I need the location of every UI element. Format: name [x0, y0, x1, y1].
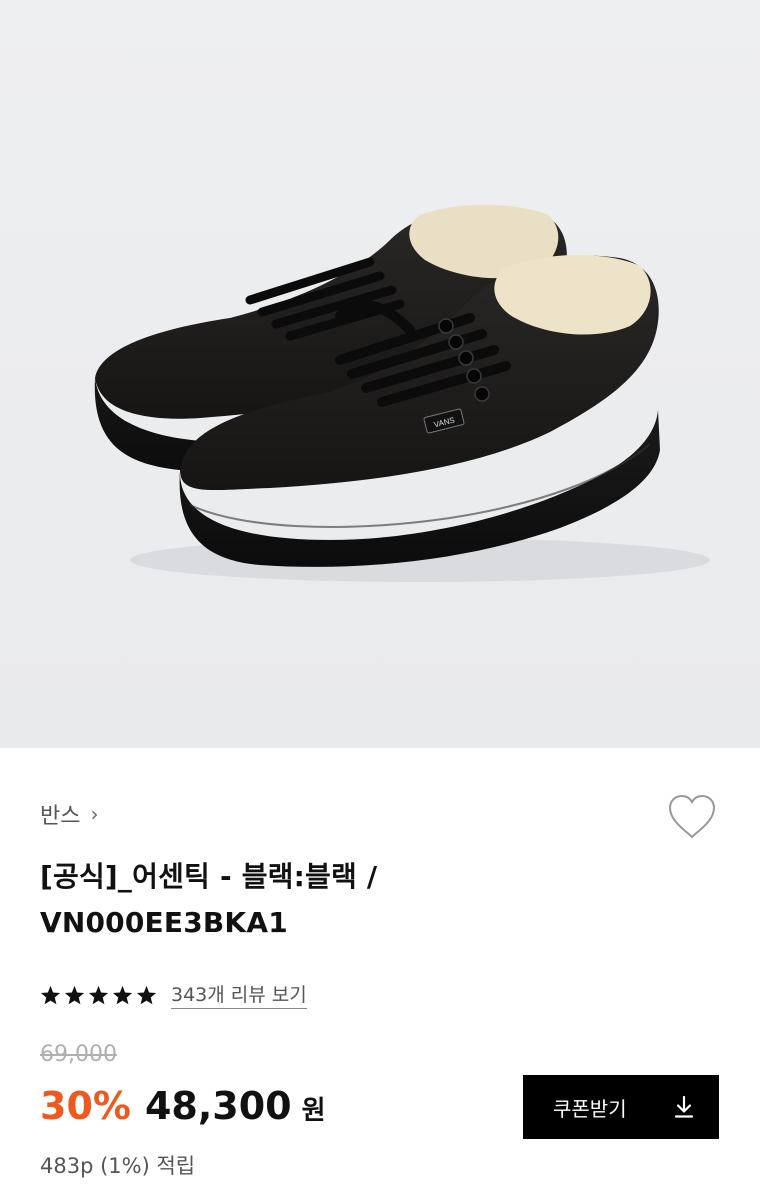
- original-price: 69,000: [40, 1042, 117, 1067]
- currency-unit: 원: [301, 1096, 326, 1126]
- sale-price-row: 30% 48,300 원: [40, 1084, 326, 1128]
- brand-link[interactable]: 반스 ›: [40, 798, 98, 830]
- sale-price: 48,300: [144, 1084, 292, 1128]
- discount-rate: 30%: [40, 1084, 131, 1128]
- product-title-line1: [공식]_어센틱 - 블랙:블랙 /: [40, 860, 378, 893]
- reward-points: 483p (1%) 적립: [40, 1154, 196, 1178]
- product-detail-page: VANS 반스 › [공식]_어센틱 - 블랙:블랙 / VN000EE3BKA…: [0, 0, 760, 1200]
- rating-row: 343개 리뷰 보기: [40, 980, 307, 1009]
- star-icon: [88, 985, 109, 1004]
- coupon-download-button[interactable]: 쿠폰받기: [523, 1075, 719, 1139]
- chevron-right-icon: ›: [90, 802, 99, 826]
- sneakers-illustration: VANS: [94, 204, 710, 582]
- product-title-line2: VN000EE3BKA1: [40, 906, 288, 939]
- heart-outline-icon: [668, 794, 716, 839]
- star-icon: [112, 985, 133, 1004]
- star-icon: [40, 985, 61, 1004]
- coupon-button-label: 쿠폰받기: [553, 1096, 627, 1121]
- star-icon: [64, 985, 85, 1004]
- product-image[interactable]: VANS: [0, 0, 760, 748]
- download-icon: [674, 1095, 694, 1118]
- star-icon: [136, 985, 157, 1004]
- review-link[interactable]: 343개 리뷰 보기: [171, 980, 307, 1009]
- brand-name: 반스: [40, 804, 81, 829]
- star-rating: [40, 985, 157, 1005]
- product-title: [공식]_어센틱 - 블랙:블랙 / VN000EE3BKA1: [40, 854, 660, 946]
- wishlist-button[interactable]: [666, 793, 718, 841]
